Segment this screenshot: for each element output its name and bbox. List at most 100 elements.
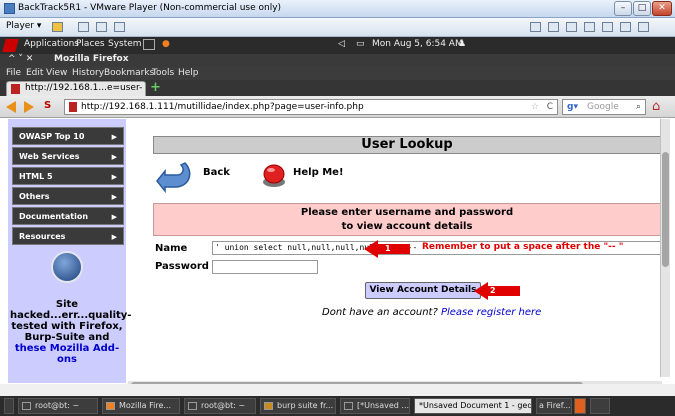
usb-icon[interactable]: [584, 22, 595, 32]
help-button-icon[interactable]: [261, 162, 287, 188]
firefox-launcher-icon[interactable]: ●: [162, 39, 170, 49]
network-applet-icon[interactable]: ▭: [356, 39, 365, 49]
taskbar-label: root@bt: ~: [35, 401, 80, 410]
chevron-right-icon: ▶: [111, 233, 117, 241]
search-bar[interactable]: g▾ Google ⌕: [562, 99, 646, 115]
vmware-logo-icon: [4, 3, 15, 14]
menu-help[interactable]: Help: [178, 68, 199, 78]
back-nav-icon[interactable]: [6, 101, 16, 113]
sidebar-item-documentation[interactable]: Documentation ▶: [12, 207, 124, 225]
firefox-tab-strip: http://192.168.1...e=user-info.php +: [0, 80, 675, 106]
back-arrow-icon[interactable]: [155, 157, 193, 193]
close-button[interactable]: ✕: [652, 1, 672, 16]
stumbleupon-icon[interactable]: S: [44, 100, 51, 111]
sidebar-item-label: Documentation: [19, 212, 89, 221]
terminal-launcher-icon[interactable]: [143, 39, 155, 50]
taskbar-item-firefox[interactable]: Mozilla Fire...: [102, 398, 180, 414]
player-menu[interactable]: Player ▾: [6, 21, 41, 31]
workspace-switcher[interactable]: [590, 398, 610, 414]
menu-bookmarks[interactable]: Bookmarks: [104, 68, 154, 78]
maximize-button[interactable]: □: [633, 1, 651, 16]
floppy-icon[interactable]: [566, 22, 577, 32]
network-icon[interactable]: [530, 22, 541, 32]
bookmark-star-icon[interactable]: ☆: [531, 100, 539, 114]
backtrack-logo-icon: [2, 39, 19, 52]
sidebar-item-resources[interactable]: Resources ▶: [12, 227, 124, 245]
sidebar-item-owasp[interactable]: OWASP Top 10 ▶: [12, 127, 124, 145]
fullscreen-icon[interactable]: [96, 22, 107, 32]
sidebar-item-others[interactable]: Others ▶: [12, 187, 124, 205]
new-tab-icon[interactable]: +: [150, 81, 161, 94]
chevron-right-icon: ▶: [111, 173, 117, 181]
sidebar-item-label: Others: [19, 192, 50, 201]
tab-user-info[interactable]: http://192.168.1...e=user-info.php: [6, 81, 146, 106]
clock[interactable]: Mon Aug 5, 6:54 AM: [372, 39, 463, 49]
mozilla-addons-link[interactable]: these Mozilla Add-ons: [15, 343, 119, 365]
search-icon[interactable]: ⌕: [636, 100, 641, 114]
taskbar-item-gedit-1[interactable]: [*Unsaved ...: [340, 398, 410, 414]
menu-tools[interactable]: Tools: [152, 68, 174, 78]
owasp-globe-icon: [51, 251, 83, 283]
show-desktop-icon[interactable]: [4, 398, 14, 414]
sidebar-item-web-services[interactable]: Web Services ▶: [12, 147, 124, 165]
printer-icon[interactable]: [602, 22, 613, 32]
taskbar-item-burp[interactable]: burp suite fr...: [260, 398, 336, 414]
view-account-details-button[interactable]: View Account Details: [365, 282, 481, 299]
terminal-icon: [22, 402, 31, 410]
pause-icon[interactable]: [52, 22, 63, 32]
sidebar: OWASP Top 10 ▶ Web Services ▶ HTML 5 ▶ Othe…: [8, 119, 131, 383]
menu-file[interactable]: File: [6, 68, 21, 78]
volume-icon[interactable]: ◁: [338, 39, 345, 49]
menu-view[interactable]: View: [46, 68, 67, 78]
reload-icon[interactable]: C: [547, 100, 553, 114]
devices-icon[interactable]: [78, 22, 89, 32]
taskbar-item-gedit-2[interactable]: *Unsaved Document 1 - gedit: [414, 398, 532, 414]
java-icon: [264, 402, 273, 410]
url-bar[interactable]: http://192.168.1.111/mutillidae/index.ph…: [64, 99, 558, 115]
cdrom-icon[interactable]: [548, 22, 559, 32]
callout-1-label: 1: [385, 244, 391, 253]
unity-icon[interactable]: [114, 22, 125, 32]
callout-arrow-2-icon: [474, 282, 520, 300]
taskbar-item-terminal-2[interactable]: root@bt: ~: [184, 398, 256, 414]
sidebar-item-label: Resources: [19, 232, 66, 241]
applications-menu[interactable]: Applications: [24, 39, 79, 49]
minimize-button[interactable]: –: [614, 1, 632, 16]
sound-icon[interactable]: [620, 22, 631, 32]
annotation-note: Remember to put a space after the "-- ": [422, 242, 624, 252]
register-link[interactable]: Please register here: [441, 307, 541, 318]
vertical-scroll-thumb[interactable]: [662, 152, 669, 267]
sidebar-item-label: OWASP Top 10: [19, 132, 85, 141]
system-tray-icon[interactable]: [574, 398, 586, 414]
back-link[interactable]: Back: [203, 167, 230, 178]
menu-history[interactable]: History: [72, 68, 104, 78]
search-placeholder: Google: [587, 102, 619, 112]
forward-nav-icon[interactable]: [24, 101, 34, 113]
site-identity-icon: [69, 102, 77, 112]
user-icon[interactable]: ♟: [458, 39, 466, 49]
taskbar-item-terminal-1[interactable]: root@bt: ~: [18, 398, 98, 414]
instructions-box: Please enter username and password to vi…: [153, 203, 661, 236]
taskbar-label: burp suite fr...: [277, 401, 334, 410]
chevron-right-icon: ▶: [111, 193, 117, 201]
system-menu[interactable]: System: [108, 39, 142, 49]
gedit-icon: [344, 402, 353, 410]
menu-edit[interactable]: Edit: [26, 68, 43, 78]
firefox-window-title: Mozilla Firefox: [54, 54, 129, 64]
home-icon[interactable]: ⌂: [652, 100, 660, 114]
taskbar-label: a Firef...: [539, 401, 571, 410]
mutillidae-favicon-icon: [11, 84, 20, 94]
sidebar-item-label: Web Services: [19, 152, 80, 161]
page-title: User Lookup: [153, 136, 661, 154]
taskbar-item-firefox-2[interactable]: a Firef...: [536, 398, 572, 414]
display-icon[interactable]: [638, 22, 649, 32]
google-engine-icon[interactable]: g▾: [567, 100, 578, 114]
password-field[interactable]: [212, 260, 318, 274]
places-menu[interactable]: Places: [76, 39, 105, 49]
sidebar-item-html5[interactable]: HTML 5 ▶: [12, 167, 124, 185]
password-label: Password: [155, 261, 209, 272]
help-me-link[interactable]: Help Me!: [293, 167, 344, 178]
taskbar-label: *Unsaved Document 1 - gedit: [419, 401, 532, 410]
window-controls[interactable]: ^ ˅ ✕: [8, 54, 33, 64]
vertical-scrollbar[interactable]: [660, 119, 670, 377]
